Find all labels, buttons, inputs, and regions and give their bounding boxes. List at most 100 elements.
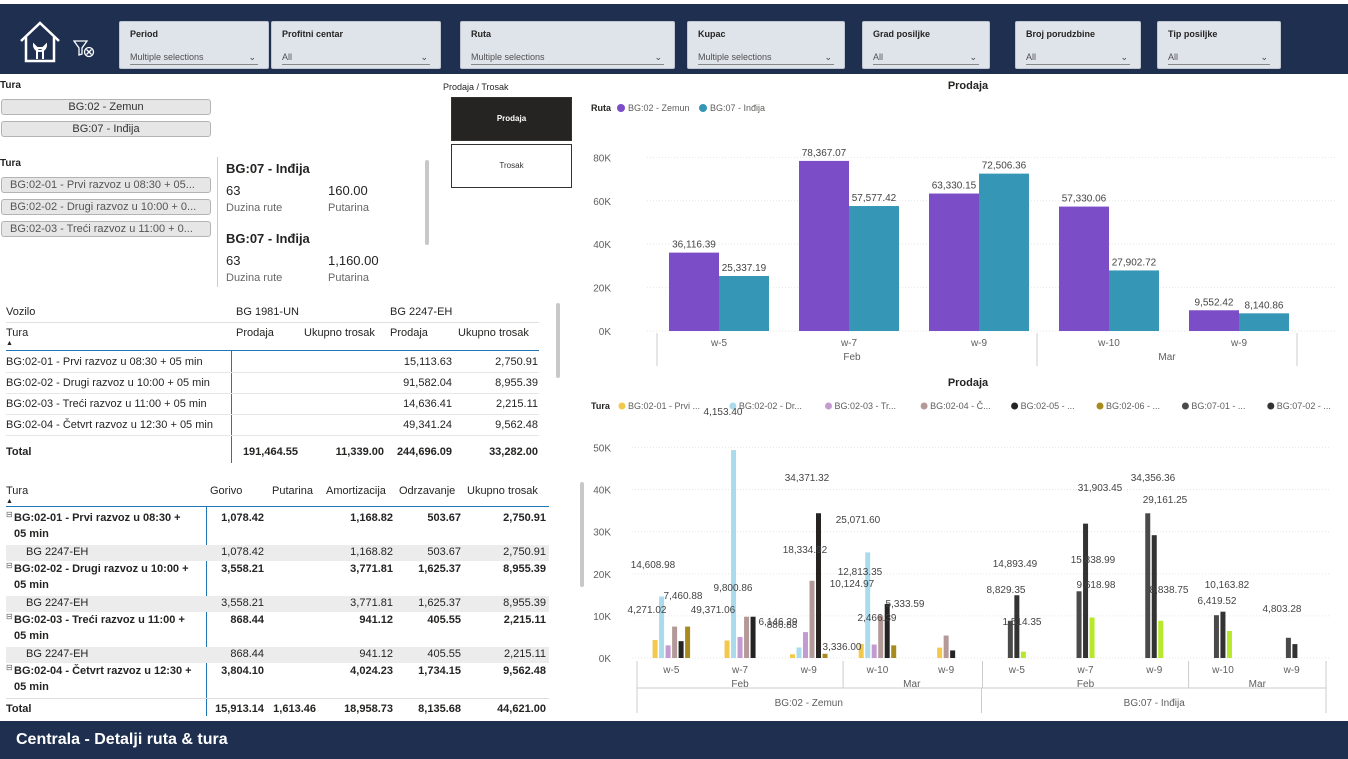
tura-trip-item[interactable]: BG:02-02 - Drugi razvoz u 10:00 + 0... bbox=[1, 199, 211, 215]
data-label: 14,893.49 bbox=[993, 559, 1038, 570]
tura-trip-item[interactable]: BG:02-01 - Prvi razvoz u 08:30 + 05... bbox=[1, 177, 211, 193]
filter-dropdown[interactable]: All ⌄ bbox=[1026, 50, 1130, 65]
cell-value: 2,750.91 bbox=[495, 356, 538, 368]
filter-dropdown[interactable]: Multiple selections ⌄ bbox=[471, 50, 664, 65]
trosak-toggle-button[interactable]: Trosak bbox=[451, 144, 572, 188]
data-label: 2,466.39 bbox=[858, 613, 897, 624]
filter-dropdown[interactable]: All ⌄ bbox=[873, 50, 979, 65]
cell-value: 1,168.82 bbox=[350, 512, 393, 524]
x-tick-label: w-9 bbox=[970, 338, 988, 349]
bar bbox=[724, 640, 730, 658]
column-header[interactable]: Gorivo bbox=[210, 485, 242, 497]
bar bbox=[1213, 615, 1219, 658]
data-label: 34,371.32 bbox=[785, 473, 830, 484]
bar bbox=[750, 616, 756, 658]
filter-slicer[interactable]: Broj porudzbine All ⌄ bbox=[1015, 21, 1141, 69]
column-header[interactable]: Ukupno trosak bbox=[304, 327, 375, 339]
route-group-label: BG:02 - Zemun bbox=[775, 698, 843, 709]
bar bbox=[719, 276, 769, 331]
row-label[interactable]: BG:02-04 - Četvrt razvoz u 12:30 + bbox=[14, 665, 192, 677]
card-title: BG:07 - Inđija bbox=[226, 161, 310, 176]
home-wrench-icon[interactable] bbox=[18, 19, 62, 65]
prodaja-toggle-button[interactable]: Prodaja bbox=[451, 97, 572, 141]
data-label: 31,903.45 bbox=[1078, 483, 1123, 494]
filter-slicer[interactable]: Kupac Multiple selections ⌄ bbox=[687, 21, 845, 69]
collapse-icon[interactable]: ⊟ bbox=[6, 612, 13, 621]
filter-slicer[interactable]: Grad posiljke All ⌄ bbox=[862, 21, 990, 69]
data-label: 34,356.36 bbox=[1131, 473, 1176, 484]
tura-route-item[interactable]: BG:07 - Inđija bbox=[1, 121, 211, 137]
row-label[interactable]: BG:02-01 - Prvi razvoz u 08:30 + bbox=[14, 512, 181, 524]
matrix-scrollbar[interactable] bbox=[556, 303, 560, 378]
legend-marker bbox=[1096, 402, 1104, 410]
filter-dropdown[interactable]: All ⌄ bbox=[1168, 50, 1270, 65]
y-tick-label: 0K bbox=[599, 654, 612, 665]
bar bbox=[937, 647, 943, 658]
x-tick-label: w-10 bbox=[1097, 338, 1120, 349]
collapse-icon[interactable]: ⊟ bbox=[6, 561, 13, 570]
data-label: 9,800.86 bbox=[714, 583, 753, 594]
filter-dropdown[interactable]: Multiple selections ⌄ bbox=[698, 50, 834, 65]
data-label: 14,608.98 bbox=[631, 560, 676, 571]
cell-value: 8,955.39 bbox=[495, 377, 538, 389]
card-label-duzina: Duzina rute bbox=[226, 272, 283, 284]
tura-trip-item[interactable]: BG:02-03 - Treći razvoz u 11:00 + 0... bbox=[1, 221, 211, 237]
data-label: 6,419.52 bbox=[1198, 596, 1237, 607]
y-tick-label: 80K bbox=[593, 153, 611, 164]
row-label: 05 min bbox=[14, 681, 49, 693]
bar bbox=[1109, 270, 1159, 331]
row-label[interactable]: BG:02-03 - Treći razvoz u 11:00 + 05 min bbox=[6, 398, 207, 410]
filter-dropdown[interactable]: All ⌄ bbox=[282, 50, 430, 65]
cards-scrollbar[interactable] bbox=[425, 160, 429, 245]
y-tick-label: 40K bbox=[593, 240, 611, 251]
legend-item: BG:07-02 - ... bbox=[1277, 401, 1331, 411]
x-tick-label: w-7 bbox=[840, 338, 858, 349]
cell-value: 868.44 bbox=[230, 648, 264, 660]
collapse-icon[interactable]: ⊟ bbox=[6, 510, 13, 519]
clear-filter-icon[interactable] bbox=[73, 40, 95, 58]
bar bbox=[849, 206, 899, 331]
filter-dropdown[interactable]: Multiple selections ⌄ bbox=[130, 50, 258, 65]
legend-marker bbox=[1181, 402, 1189, 410]
cell-value: 14,636.41 bbox=[403, 398, 452, 410]
total-value: 15,913.14 bbox=[215, 703, 264, 715]
x-tick-label: w-9 bbox=[1230, 338, 1248, 349]
column-header[interactable]: Prodaja bbox=[236, 327, 274, 339]
tura-slicer-title: Tura bbox=[0, 80, 21, 91]
legend-item: BG:07 - Inđija bbox=[710, 103, 765, 113]
column-header[interactable]: Odrzavanje bbox=[399, 485, 455, 497]
bar bbox=[1292, 644, 1298, 658]
collapse-icon[interactable]: ⊟ bbox=[6, 663, 13, 672]
column-header[interactable]: Ukupno trosak bbox=[458, 327, 529, 339]
filter-slicer[interactable]: Period Multiple selections ⌄ bbox=[119, 21, 269, 69]
row-label[interactable]: BG:02-04 - Četvrt razvoz u 12:30 + 05 mi… bbox=[6, 419, 213, 431]
row-label[interactable]: BG:02-03 - Treći razvoz u 11:00 + bbox=[14, 614, 185, 626]
x-tick-label: w-9 bbox=[937, 665, 955, 676]
data-label: 18,334.92 bbox=[783, 545, 828, 556]
tura-route-item[interactable]: BG:02 - Zemun bbox=[1, 99, 211, 115]
column-header[interactable]: Tura bbox=[6, 485, 28, 497]
filter-slicer[interactable]: Ruta Multiple selections ⌄ bbox=[460, 21, 675, 69]
column-header[interactable]: Ukupno trosak bbox=[467, 485, 538, 497]
bar bbox=[790, 654, 795, 658]
row-label[interactable]: BG:02-01 - Prvi razvoz u 08:30 + 05 min bbox=[6, 356, 203, 368]
total-value: 1,613.46 bbox=[273, 703, 316, 715]
data-label: 8,829.35 bbox=[987, 585, 1026, 596]
filter-slicer[interactable]: Profitni centar All ⌄ bbox=[271, 21, 441, 69]
filter-value: Multiple selections bbox=[130, 52, 204, 62]
cell-value: 3,771.81 bbox=[350, 563, 393, 575]
row-label[interactable]: BG:02-02 - Drugi razvoz u 10:00 + bbox=[14, 563, 189, 575]
column-header[interactable]: Tura bbox=[6, 327, 28, 339]
bar bbox=[1226, 630, 1232, 658]
card-label-putarina: Putarina bbox=[328, 202, 369, 214]
column-header[interactable]: Prodaja bbox=[390, 327, 428, 339]
bar bbox=[1151, 535, 1157, 658]
row-label[interactable]: BG:02-02 - Drugi razvoz u 10:00 + 05 min bbox=[6, 377, 210, 389]
column-header[interactable]: Putarina bbox=[272, 485, 313, 497]
filter-slicer[interactable]: Tip posiljke All ⌄ bbox=[1157, 21, 1281, 69]
column-header[interactable]: Amortizacija bbox=[326, 485, 386, 497]
filter-value: All bbox=[1026, 52, 1037, 62]
tura-slicer-title: Tura bbox=[0, 158, 21, 169]
matrix-scrollbar[interactable] bbox=[580, 482, 584, 587]
card-label-putarina: Putarina bbox=[328, 272, 369, 284]
